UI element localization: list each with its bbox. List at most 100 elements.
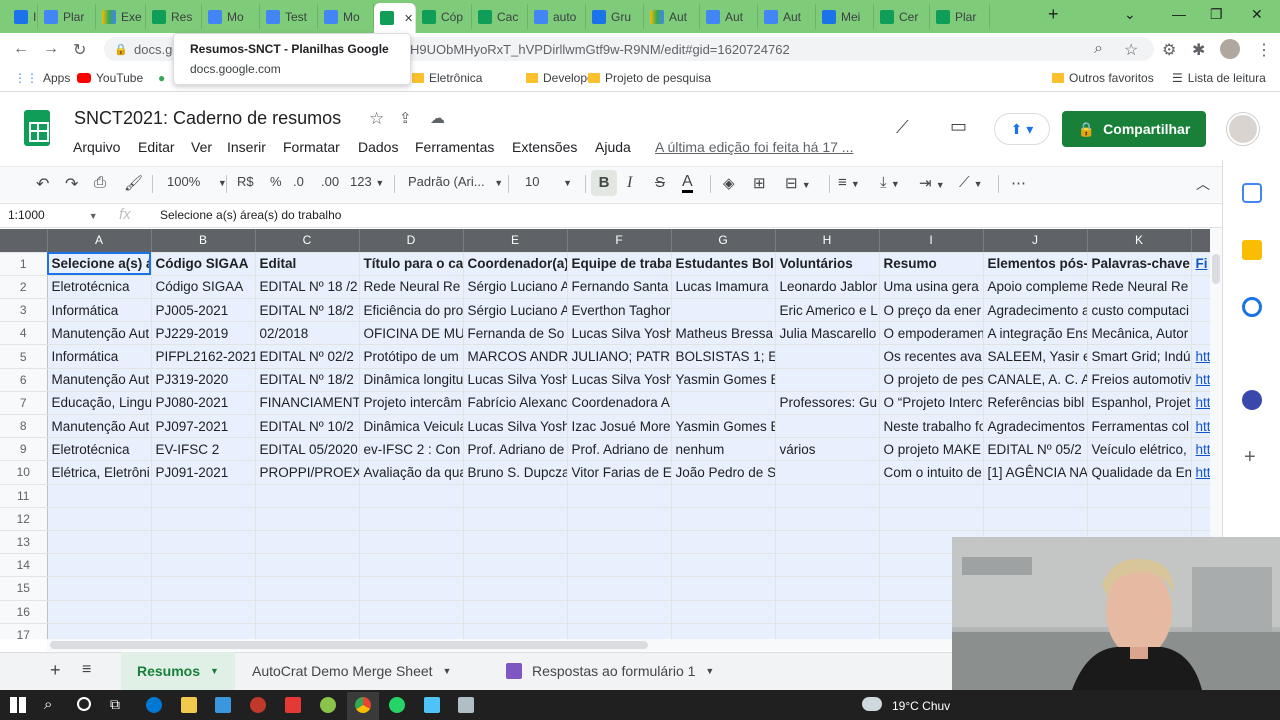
cell[interactable]: [671, 623, 776, 639]
cell[interactable]: PJ319-2020: [151, 368, 256, 392]
cell[interactable]: htt: [1191, 414, 1210, 439]
cell[interactable]: EDITAL Nº 18/2: [255, 368, 360, 392]
column-header[interactable]: A: [47, 229, 152, 253]
browser-tab[interactable]: Res: [146, 4, 202, 29]
cell[interactable]: Prof. Adriano de: [463, 437, 568, 462]
cell[interactable]: [463, 600, 568, 624]
cell[interactable]: [151, 530, 256, 555]
cell[interactable]: PJ091-2021: [151, 460, 256, 485]
cell[interactable]: [775, 623, 880, 639]
cell[interactable]: Selecione a(s) á: [47, 252, 152, 276]
collapse-menus-icon[interactable]: ︿: [1196, 174, 1210, 194]
browser-tab[interactable]: Plar: [930, 4, 990, 29]
text-color-button[interactable]: A: [682, 174, 693, 193]
keep-icon[interactable]: [1242, 240, 1262, 260]
text-rotate-icon[interactable]: ⟋ ▼: [959, 174, 983, 191]
add-sheet-icon[interactable]: +: [50, 660, 61, 681]
close-window-icon[interactable]: ✕: [1251, 6, 1263, 23]
menu-item[interactable]: Ajuda: [595, 139, 631, 155]
row-header[interactable]: 9: [0, 437, 48, 462]
cell[interactable]: Resumo: [879, 252, 984, 276]
cell[interactable]: [567, 576, 672, 601]
sheet-tab-autocrat[interactable]: AutoCrat Demo Merge Sheet ▼: [236, 652, 467, 690]
row-header[interactable]: 16: [0, 600, 48, 624]
cell[interactable]: [1191, 507, 1210, 531]
cell[interactable]: Fabrício Alexanc: [463, 391, 568, 416]
row-header[interactable]: 8: [0, 414, 48, 439]
browser-tab[interactable]: Plar: [38, 4, 96, 29]
cell[interactable]: Prof. Adriano de: [567, 437, 672, 462]
cell[interactable]: [151, 507, 256, 531]
cell[interactable]: EDITAL Nº 05/2: [983, 437, 1088, 462]
cell[interactable]: [255, 600, 360, 624]
zoom-icon[interactable]: ⌕: [1094, 40, 1103, 58]
cell[interactable]: [151, 484, 256, 508]
cell[interactable]: [775, 576, 880, 601]
menu-item[interactable]: Editar: [138, 139, 175, 155]
cell[interactable]: [463, 553, 568, 578]
cell[interactable]: Apoio compleme: [983, 275, 1088, 300]
cell[interactable]: [775, 484, 880, 508]
bookmark-projeto[interactable]: Projeto de pesquisa: [588, 71, 711, 85]
sheet-tab-respostas[interactable]: Respostas ao formulário 1 ▼: [490, 652, 730, 690]
cell[interactable]: vários: [775, 437, 880, 462]
cell[interactable]: [879, 507, 984, 531]
column-header[interactable]: H: [775, 229, 880, 253]
cell[interactable]: [567, 600, 672, 624]
cell[interactable]: PJ097-2021: [151, 414, 256, 439]
cell[interactable]: [983, 507, 1088, 531]
comments-icon[interactable]: ▭: [950, 116, 967, 137]
cell[interactable]: Freios automotiv: [1087, 368, 1192, 392]
cell[interactable]: [775, 368, 880, 392]
cell[interactable]: [463, 507, 568, 531]
cell[interactable]: [1191, 321, 1210, 346]
cell[interactable]: [359, 623, 464, 639]
cell[interactable]: [567, 623, 672, 639]
cell[interactable]: Fi: [1191, 252, 1210, 276]
font-select[interactable]: Padrão (Ari... ▼: [408, 174, 503, 189]
browser-tab[interactable]: ✕: [374, 3, 416, 33]
cell[interactable]: [671, 298, 776, 323]
extension-icon[interactable]: ⚙: [1162, 40, 1176, 60]
cell[interactable]: Agradecimento a: [983, 298, 1088, 323]
cell[interactable]: Coordenador(a): [463, 252, 568, 276]
cell[interactable]: Elementos pós-: [983, 252, 1088, 276]
browser-tab[interactable]: Test: [260, 4, 318, 29]
merge-cells-icon[interactable]: ⊟ ▼: [785, 174, 811, 192]
browser-tab[interactable]: Gru: [586, 4, 644, 29]
star-icon[interactable]: ☆: [369, 109, 384, 129]
cell[interactable]: Vitor Farias de E: [567, 460, 672, 485]
cell[interactable]: [151, 553, 256, 578]
app-icon[interactable]: [424, 697, 440, 713]
cell[interactable]: [151, 576, 256, 601]
cell[interactable]: Izac Josué More: [567, 414, 672, 439]
cell[interactable]: Voluntários: [775, 252, 880, 276]
browser-tab[interactable]: Mo: [202, 4, 260, 29]
select-all-corner[interactable]: [0, 229, 48, 253]
minimize-icon[interactable]: —: [1172, 6, 1186, 22]
cell[interactable]: [47, 600, 152, 624]
borders-icon[interactable]: ⊞: [753, 174, 766, 192]
bookmark-star-icon[interactable]: ☆: [1124, 40, 1138, 60]
cell[interactable]: Educação, Lingu: [47, 391, 152, 416]
trend-icon[interactable]: ⟋: [896, 117, 909, 138]
row-header[interactable]: 12: [0, 507, 48, 531]
browser-tab[interactable]: auto: [528, 4, 586, 29]
horizontal-scroll-thumb[interactable]: [50, 641, 648, 649]
bookmark-maps[interactable]: ●: [158, 71, 165, 85]
cell[interactable]: Eletrotécnica: [47, 437, 152, 462]
present-button[interactable]: ⬆ ▾: [994, 113, 1050, 145]
browser-menu-icon[interactable]: ⋮: [1256, 40, 1272, 60]
cell[interactable]: Smart Grid; Indú: [1087, 344, 1192, 369]
cell[interactable]: Título para o ca: [359, 252, 464, 276]
cell[interactable]: Com o intuito de: [879, 460, 984, 485]
cell[interactable]: [47, 530, 152, 555]
cell[interactable]: [983, 484, 1088, 508]
cell[interactable]: BOLSISTAS 1; E: [671, 344, 776, 369]
bookmark-eletronica[interactable]: Eletrônica: [412, 71, 482, 85]
vertical-align-icon[interactable]: ⤓ ▼: [880, 174, 900, 191]
browser-tab[interactable]: Aut: [700, 4, 758, 29]
browser-tab[interactable]: Cóp: [416, 4, 472, 29]
cell[interactable]: SALEEM, Yasir e: [983, 344, 1088, 369]
paint-format-icon[interactable]: 🖌: [124, 174, 143, 192]
